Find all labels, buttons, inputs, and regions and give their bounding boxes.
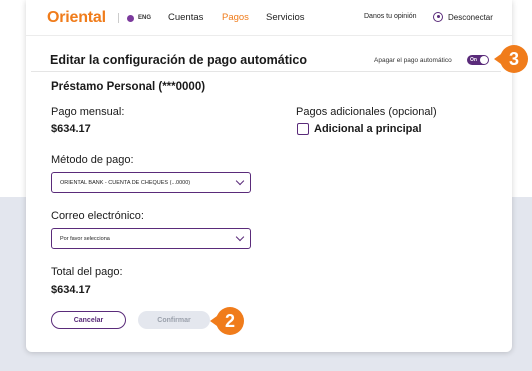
chevron-down-icon xyxy=(235,232,245,242)
language-switch[interactable]: ENG xyxy=(118,13,151,23)
payment-method-label: Método de pago: xyxy=(51,154,134,166)
step-callout-2: 2 xyxy=(216,307,244,335)
autopay-toggle[interactable]: On xyxy=(467,55,489,65)
brand-logo[interactable]: Oriental xyxy=(47,9,106,27)
email-label: Correo electrónico: xyxy=(51,210,144,222)
monthly-payment-value: $634.17 xyxy=(51,123,91,135)
feedback-link[interactable]: Danos tu opinión xyxy=(364,13,417,20)
logout-button[interactable]: Desconectar xyxy=(433,12,493,22)
step-callout-3: 3 xyxy=(500,45,528,73)
user-icon xyxy=(433,12,443,22)
logout-label: Desconectar xyxy=(448,12,493,22)
confirm-button[interactable]: Confirmar xyxy=(138,311,210,329)
language-label: ENG xyxy=(138,15,152,21)
app-window: Oriental ENG Cuentas Pagos Servicios Dan… xyxy=(26,0,512,352)
total-payment-label: Total del pago: xyxy=(51,266,123,278)
globe-icon xyxy=(127,14,134,22)
additional-principal-option[interactable]: Adicional a principal xyxy=(297,123,422,135)
autopay-toggle-label: Apagar el pago automático xyxy=(374,57,452,64)
toggle-state-text: On xyxy=(470,57,477,63)
additional-principal-checkbox[interactable] xyxy=(297,123,309,135)
payment-method-select[interactable]: ORIENTAL BANK - CUENTA DE CHEQUES (...00… xyxy=(51,172,251,193)
divider xyxy=(118,13,119,23)
additional-payments-label: Pagos adicionales (opcional) xyxy=(296,106,437,118)
nav-item-pagos[interactable]: Pagos xyxy=(222,12,249,23)
nav-item-servicios[interactable]: Servicios xyxy=(266,12,305,23)
email-value: Por favor selecciona xyxy=(60,235,110,242)
payment-method-value: ORIENTAL BANK - CUENTA DE CHEQUES (...00… xyxy=(60,179,191,186)
email-select[interactable]: Por favor selecciona xyxy=(51,228,251,249)
nav-item-cuentas[interactable]: Cuentas xyxy=(168,12,203,23)
autopay-edit-card: Editar la configuración de pago automáti… xyxy=(31,44,501,346)
monthly-payment-label: Pago mensual: xyxy=(51,106,125,118)
chevron-down-icon xyxy=(235,176,245,186)
top-navbar: Oriental ENG Cuentas Pagos Servicios Dan… xyxy=(26,0,512,36)
card-header: Editar la configuración de pago automáti… xyxy=(31,44,501,72)
page-title: Editar la configuración de pago automáti… xyxy=(50,53,307,67)
additional-principal-label: Adicional a principal xyxy=(314,123,422,135)
cancel-button[interactable]: Cancelar xyxy=(51,311,126,329)
total-payment-value: $634.17 xyxy=(51,284,91,296)
toggle-knob xyxy=(480,56,488,64)
loan-name: Préstamo Personal (***0000) xyxy=(51,81,206,93)
